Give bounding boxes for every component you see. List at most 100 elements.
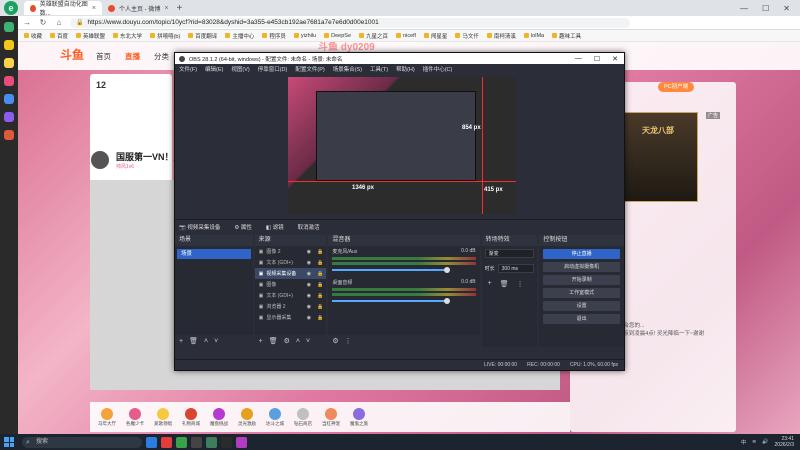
gift-item[interactable]: 马年大厅 <box>96 407 118 427</box>
lock-icon[interactable]: 🔒 <box>317 260 323 266</box>
wifi-icon[interactable]: ≋ <box>752 439 756 445</box>
wechat-app-icon[interactable] <box>206 436 217 448</box>
tab-weibo[interactable]: 个人主页 - 微博 × <box>102 1 174 15</box>
virtual-camera-button[interactable]: 启动虚拟摄像机 <box>543 262 620 272</box>
obs-menu-item[interactable]: 停靠窗口(D) <box>258 65 288 73</box>
visibility-icon[interactable]: ◉ <box>307 293 311 299</box>
trash-icon[interactable]: 🗑 <box>189 337 198 345</box>
windows-start-icon[interactable] <box>4 437 14 447</box>
add-icon[interactable]: + <box>179 338 183 345</box>
stop-streaming-button[interactable]: 停止直播 <box>543 249 620 259</box>
obs-menu-item[interactable]: 工具(T) <box>370 65 388 73</box>
source-item[interactable]: ▣ 视频采集设备 ◉ 🔒 <box>254 268 327 279</box>
bookmark-item[interactable]: 马文仟 <box>455 32 479 40</box>
down-icon[interactable]: ˅ <box>214 338 218 345</box>
home-icon[interactable]: ⌂ <box>54 18 64 27</box>
game-icon[interactable] <box>4 130 14 140</box>
lock-icon[interactable]: 🔒 <box>317 315 323 321</box>
visibility-icon[interactable]: ◉ <box>307 282 311 288</box>
bookmark-item[interactable]: 九星之百 <box>359 32 388 40</box>
maximize-icon[interactable]: ☐ <box>762 4 769 13</box>
menu-icon[interactable]: ⋮ <box>517 280 524 288</box>
obs-menu-item[interactable]: 编辑(E) <box>205 65 223 73</box>
bookmark-item[interactable]: 程序员 <box>262 32 286 40</box>
add-icon[interactable]: + <box>488 280 492 288</box>
bookmark-item[interactable]: lolMa <box>524 33 544 39</box>
source-item[interactable]: ▣ 显示器采集 ◉ 🔒 <box>255 312 327 323</box>
taskbar-search[interactable]: 搜索 <box>22 436 142 448</box>
mixer-settings-icon[interactable]: ⚙ <box>332 337 338 345</box>
nav-category[interactable]: 分类 <box>154 51 169 62</box>
gift-item[interactable]: 各魔少卡 <box>124 407 146 427</box>
obs-menu-item[interactable]: 插件中心(C) <box>423 65 453 73</box>
bookmark-item[interactable]: 拼嘻嘻(b) <box>150 32 180 40</box>
close-tab-icon[interactable]: × <box>164 5 168 12</box>
browser-logo-icon[interactable]: e <box>4 1 18 15</box>
lock-icon[interactable]: 🔒 <box>317 304 323 310</box>
source-item[interactable]: ▣ 文本 (GDI+) ◉ 🔒 <box>255 257 327 268</box>
forward-icon[interactable]: → <box>22 18 32 27</box>
source-item[interactable]: ▣ 文本 (GDI+) ◉ 🔒 <box>255 290 327 301</box>
source-item[interactable]: ▣ 浏览器 2 ◉ 🔒 <box>255 301 327 312</box>
transition-select[interactable]: 渐变 <box>484 249 535 258</box>
filters-button[interactable]: ◧ 滤镜 <box>266 223 284 231</box>
down-icon[interactable]: ˅ <box>306 338 310 345</box>
browser-app-icon[interactable] <box>176 436 187 448</box>
up-icon[interactable]: ˄ <box>296 338 300 345</box>
ai-icon[interactable] <box>4 94 14 104</box>
kuwo-app-icon[interactable] <box>146 436 157 448</box>
bookmark-item[interactable]: 南柯清溪 <box>487 32 516 40</box>
gift-item[interactable]: 爱歌领唱 <box>152 407 174 427</box>
obs-menu-item[interactable]: 配置文件(P) <box>295 65 324 73</box>
obs-menu-item[interactable]: 文件(F) <box>179 65 197 73</box>
close-tab-icon[interactable]: × <box>92 5 96 12</box>
gift-item[interactable]: 魔鬼之旅 <box>348 407 370 427</box>
nav-live[interactable]: 直播 <box>125 51 140 62</box>
up-icon[interactable]: ˄ <box>204 338 208 345</box>
bookmark-item[interactable]: 英雄联盟 <box>76 32 105 40</box>
bookmark-item[interactable]: 百度翻译 <box>188 32 217 40</box>
settings-button[interactable]: 设置 <box>543 301 620 311</box>
gift-item[interactable]: 达斗之城 <box>264 407 286 427</box>
source-item[interactable]: ▣ 图像 2 ◉ 🔒 <box>255 246 327 257</box>
visibility-icon[interactable]: ◉ <box>307 315 311 321</box>
apps-icon[interactable] <box>4 112 14 122</box>
add-icon[interactable]: + <box>259 338 263 345</box>
app-icon[interactable] <box>236 436 247 448</box>
reload-icon[interactable]: ↻ <box>38 18 48 27</box>
terminal-app-icon[interactable] <box>221 436 232 448</box>
lock-icon[interactable]: 🔒 <box>317 282 323 288</box>
obs-menu-item[interactable]: 视图(V) <box>231 65 249 73</box>
clock[interactable]: 23:41 2026/2/3 <box>775 436 794 448</box>
obs-menu-item[interactable]: 场景集合(S) <box>333 65 362 73</box>
bookmark-item[interactable]: 主播中心 <box>225 32 254 40</box>
close-window-icon[interactable]: ✕ <box>783 4 790 13</box>
gift-item[interactable]: 灵光激励 <box>236 407 258 427</box>
mixer-menu-icon[interactable]: ⋮ <box>345 337 352 345</box>
ad-banner[interactable]: 天龙八部 <box>618 112 698 202</box>
bookmark-item[interactable]: 百度 <box>50 32 68 40</box>
nav-home[interactable]: 首页 <box>96 51 111 62</box>
gift-item[interactable]: 魔盘挑战 <box>208 407 230 427</box>
obs-app-icon[interactable] <box>191 436 202 448</box>
lock-icon[interactable]: 🔒 <box>317 271 323 277</box>
obs-close-icon[interactable]: ✕ <box>612 55 618 63</box>
streamer-avatar[interactable] <box>90 150 110 170</box>
visibility-icon[interactable]: ◉ <box>307 271 311 277</box>
bookmark-item[interactable]: nicefl <box>396 33 416 39</box>
notes-icon[interactable] <box>4 58 14 68</box>
lock-icon[interactable]: 🔒 <box>317 249 323 255</box>
trash-icon[interactable]: 🗑 <box>500 280 509 288</box>
obs-minimize-icon[interactable]: — <box>575 55 582 63</box>
lock-icon[interactable]: 🔒 <box>317 293 323 299</box>
exit-button[interactable]: 退出 <box>543 314 620 324</box>
minimize-icon[interactable]: — <box>740 4 748 13</box>
favorites-icon[interactable] <box>4 40 14 50</box>
studio-mode-button[interactable]: 工作室模式 <box>543 288 620 298</box>
new-tab-icon[interactable]: + <box>176 3 182 14</box>
music-icon[interactable] <box>4 76 14 86</box>
bookmark-item[interactable]: 收藏 <box>24 32 42 40</box>
extension-icon[interactable] <box>4 22 14 32</box>
deactivate-button[interactable]: 取消激活 <box>298 223 320 231</box>
properties-button[interactable]: ⚙ 属性 <box>234 223 251 231</box>
